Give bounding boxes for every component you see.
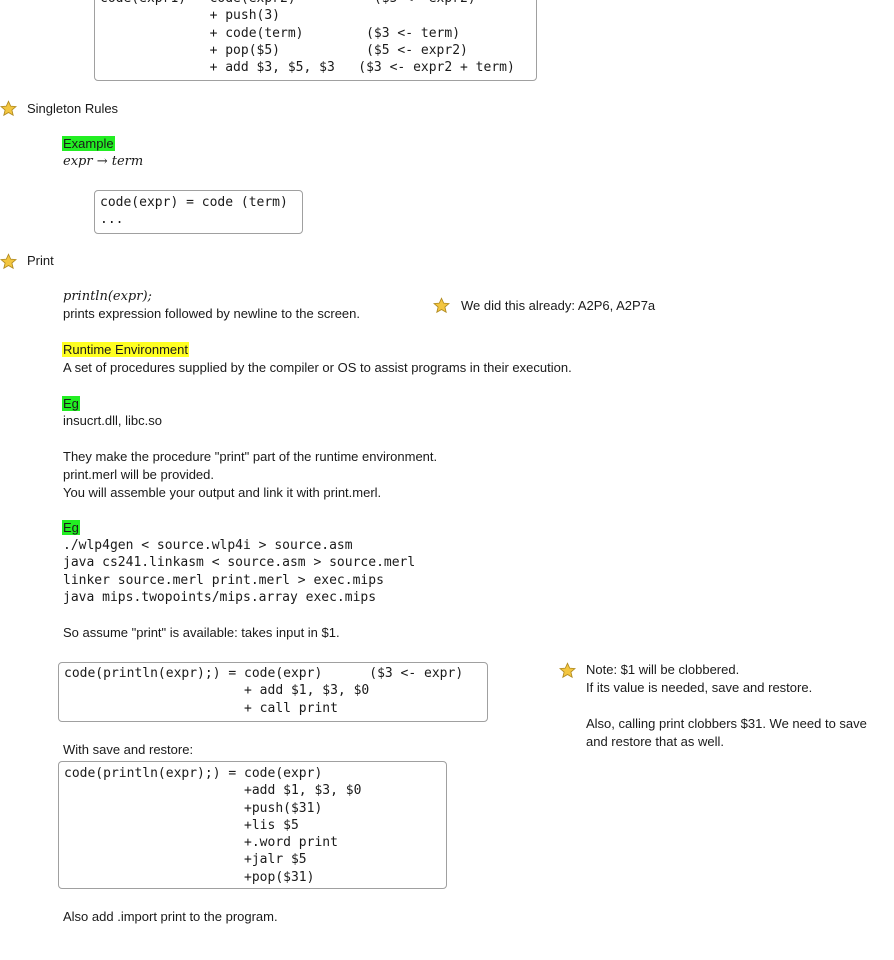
save-restore-code-text: code(println(expr);) = code(expr) +add $… [64,766,362,885]
singleton-code-text: code(expr) = code (term) ... [100,195,288,228]
runtime-para-2: print.merl will be provided. [63,467,215,482]
print-heading: Print [27,253,54,268]
clobber-note-2: If its value is needed, save and restore… [586,680,813,695]
save-restore-code-box: code(println(expr);) = code(expr) +add $… [58,761,447,889]
side-note: We did this already: A2P6, A2P7a [461,298,656,313]
print-star-icon [0,253,18,273]
import-text: Also add .import print to the program. [63,909,278,924]
singleton-code-box: code(expr) = code (term) ... [94,190,303,234]
assume-text: So assume "print" is available: takes in… [63,625,340,640]
clobber-note-5: and restore that as well. [586,734,725,749]
side-note-star-icon [432,297,451,317]
println-code-text: code(println(expr);) = code(expr) ($3 <-… [64,666,464,716]
eg1-text: insucrt.dll, libc.so [63,413,162,428]
runtime-label: Runtime Environment [62,342,189,357]
singleton-star-icon [0,100,18,120]
println-desc: prints expression followed by newline to… [63,306,360,321]
println-expr: println(expr); [63,289,152,304]
top-code-box: code(expr1) code(expr2) ($5 <- expr2) + … [94,0,537,81]
runtime-desc: A set of procedures supplied by the comp… [63,360,572,375]
clobber-star-icon [558,662,577,682]
runtime-para-3: You will assemble your output and link i… [63,485,382,500]
clobber-note-1: Note: $1 will be clobbered. [586,662,740,677]
command-lines: ./wlp4gen < source.wlp4i > source.asm ja… [63,538,416,605]
singleton-rule: expr → term [63,154,144,169]
eg1-label: Eg [62,396,80,411]
save-restore-label: With save and restore: [63,742,194,757]
singleton-heading: Singleton Rules [27,101,119,116]
clobber-note-4: Also, calling print clobbers $31. We nee… [586,716,867,731]
eg2-label: Eg [62,520,80,535]
example-label: Example [62,136,115,151]
top-code-text: code(expr1) code(expr2) ($5 <- expr2) + … [100,0,515,76]
runtime-para-1: They make the procedure "print" part of … [63,449,438,464]
println-code-box: code(println(expr);) = code(expr) ($3 <-… [58,662,488,722]
